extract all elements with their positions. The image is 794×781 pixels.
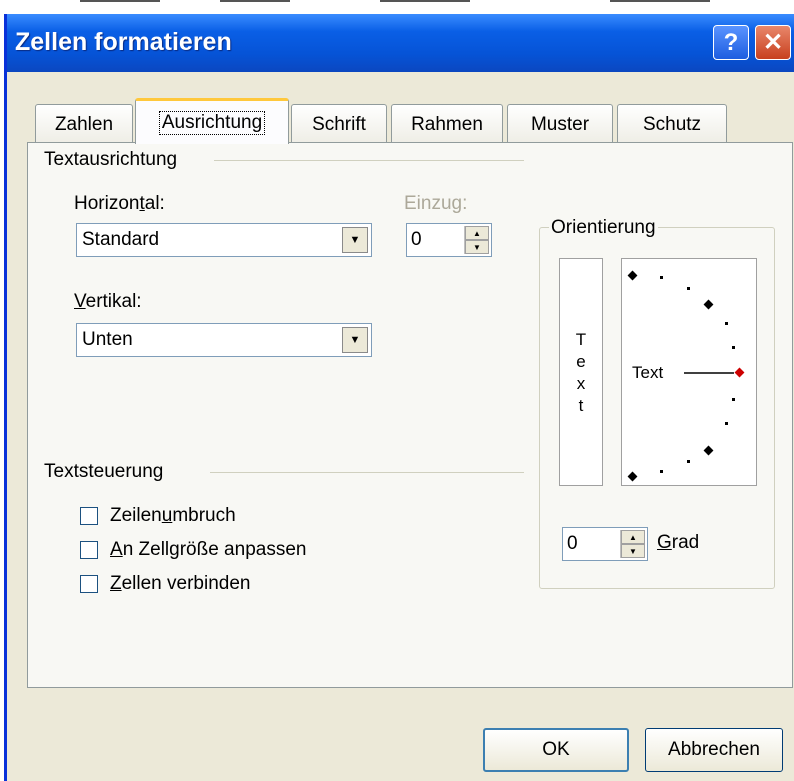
vertikal-label: Vertikal: [74,291,142,312]
tab-schrift[interactable]: Schrift [291,104,387,144]
tab-label: Zahlen [54,113,114,135]
close-button[interactable]: ✕ [755,25,791,60]
dialog-content: Zahlen Ausrichtung Schrift Rahmen Muster… [7,72,794,781]
dial-marker-45 [703,299,714,310]
zellen-verbinden-label[interactable]: Zellen verbinden [110,573,250,595]
spin-up-icon[interactable]: ▲ [621,530,645,544]
dial-marker-minus45 [703,445,714,456]
degrees-spinner[interactable]: 0 ▲ ▼ [562,527,648,561]
group-divider [214,160,524,161]
einzug-spinner[interactable]: 0 ▲ ▼ [406,223,492,257]
close-icon: ✕ [762,29,784,56]
tab-schutz[interactable]: Schutz [617,104,727,144]
format-cells-dialog: Zellen formatieren ? ✕ Zahlen Ausrichtun… [4,14,794,781]
tab-label: Schrift [312,113,366,135]
horizontal-select[interactable]: Standard ▼ [76,223,372,257]
grad-label: Grad [657,532,700,553]
spin-up-icon[interactable]: ▲ [465,226,489,240]
dial-marker-active [734,367,745,378]
group-divider [210,472,524,473]
zellgroesse-anpassen-checkbox[interactable] [80,541,98,559]
chevron-down-icon[interactable]: ▼ [342,327,368,353]
tab-ausrichtung[interactable]: Ausrichtung [135,98,289,144]
help-icon: ? [723,28,739,56]
chevron-down-icon[interactable]: ▼ [342,227,368,253]
zeilenumbruch-label[interactable]: Zeilenumbruch [110,505,236,527]
vertical-text-button[interactable]: T e x t [559,258,603,486]
tab-zahlen[interactable]: Zahlen [35,104,133,144]
tab-label: Rahmen [411,113,483,135]
degrees-value: 0 [567,533,578,554]
vertical-text-letters: T e x t [575,330,587,415]
textausrichtung-group-label: Textausrichtung [44,149,178,170]
dial-marker-minus90 [627,471,638,482]
tab-muster[interactable]: Muster [507,104,613,144]
horizontal-value: Standard [82,229,160,250]
vertikal-select[interactable]: Unten ▼ [76,323,372,357]
horizontal-label: Horizontal: [74,193,165,214]
einzug-label: Einzug: [404,193,468,214]
title-bar[interactable]: Zellen formatieren ? ✕ [7,14,794,72]
orientierung-group-label: Orientierung [549,217,658,239]
spin-down-icon[interactable]: ▼ [465,240,489,254]
einzug-value: 0 [411,229,422,250]
cancel-button[interactable]: Abbrechen [645,728,783,772]
dial-marker-90 [627,270,638,281]
dial-text: Text [632,363,664,382]
tab-rahmen[interactable]: Rahmen [391,104,503,144]
zellgroesse-anpassen-label[interactable]: An Zellgröße anpassen [110,539,306,561]
tab-label: Muster [530,113,590,135]
tab-label: Ausrichtung [158,110,266,135]
ok-button[interactable]: OK [483,728,629,772]
help-button[interactable]: ? [713,25,749,60]
textsteuerung-group-label: Textsteuerung [44,461,164,482]
background-sheet-strip [0,0,794,14]
spin-down-icon[interactable]: ▼ [621,544,645,558]
tab-label: Schutz [642,113,702,135]
vertikal-value: Unten [82,329,133,350]
window-title: Zellen formatieren [15,28,232,56]
zeilenumbruch-checkbox[interactable] [80,507,98,525]
orientation-dial[interactable]: Text [621,258,757,486]
zellen-verbinden-checkbox[interactable] [80,575,98,593]
